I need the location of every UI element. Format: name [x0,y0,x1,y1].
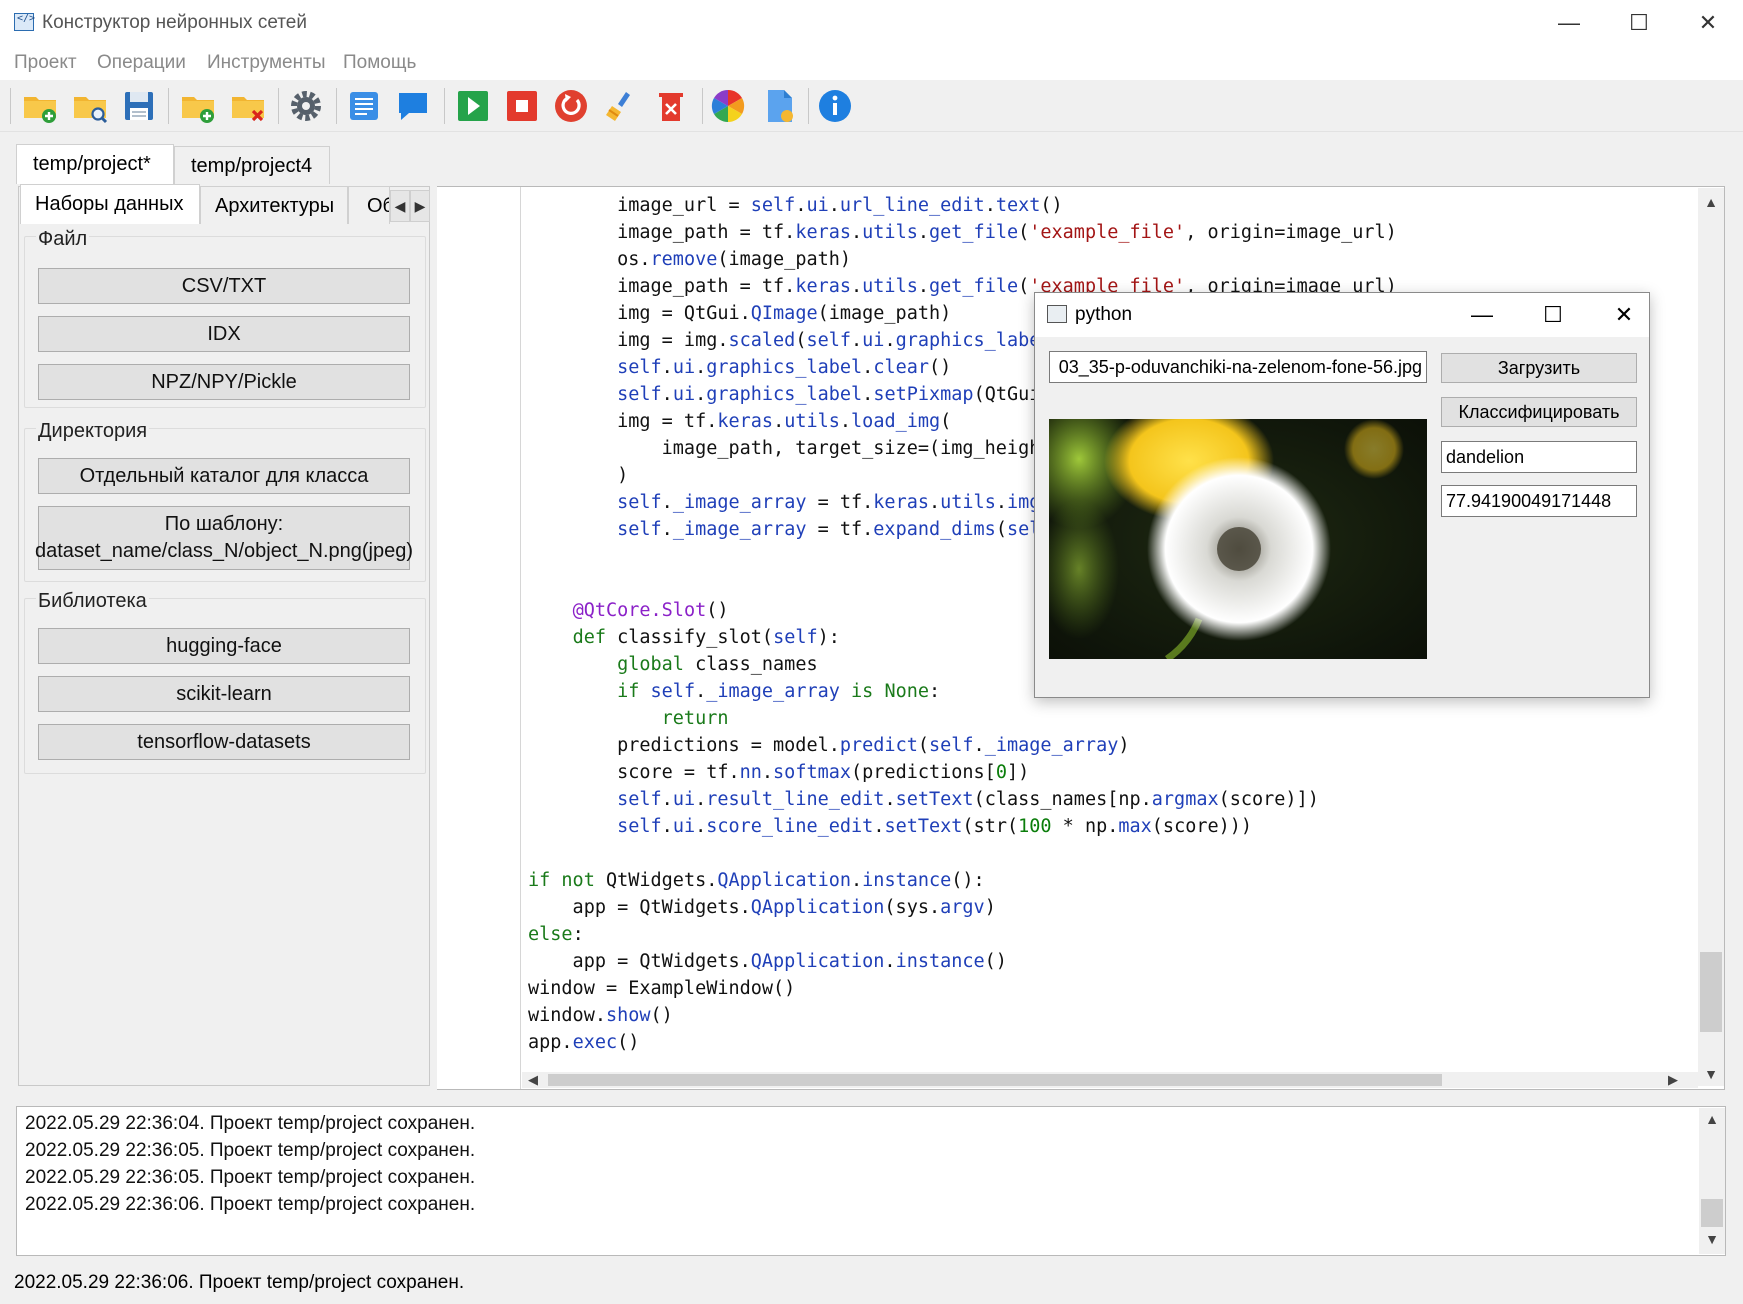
npz-npy-pickle-button[interactable]: NPZ/NPY/Pickle [38,364,410,400]
directory-section-label: Директория [36,420,150,443]
text-document-icon[interactable] [346,88,382,124]
window-title: Конструктор нейронных сетей [42,12,307,33]
library-section-label: Библиотека [36,590,149,613]
run-icon[interactable] [455,88,491,124]
editor-hscroll-thumb[interactable] [548,1074,1442,1086]
status-text: 2022.05.29 22:36:06. Проект temp/project… [14,1272,465,1293]
remove-folder-icon[interactable] [230,88,266,124]
stop-icon[interactable] [504,88,540,124]
info-icon[interactable] [817,88,853,124]
tab-project[interactable]: temp/project* [16,144,174,184]
clean-icon[interactable] [604,88,640,124]
file-config-icon[interactable] [762,88,798,124]
settings-icon[interactable] [288,88,324,124]
scikit-learn-button[interactable]: scikit-learn [38,676,410,712]
code-line: score = tf.nn.softmax(predictions[0]) [528,762,1030,783]
app-icon [14,13,35,31]
restart-icon[interactable] [553,88,589,124]
code-line: app.exec() [528,1032,640,1053]
dialog-maximize-button[interactable]: ☐ [1528,299,1578,331]
scroll-up-icon[interactable]: ▲ [1698,190,1724,214]
code-line: app = QtWidgets.QApplication.instance() [528,951,1007,972]
code-line: self.ui.score_line_edit.setText(str(100 … [617,816,1253,837]
dialog-window-icon [1047,305,1067,323]
comment-icon[interactable] [395,88,431,124]
editor-scroll-thumb[interactable] [1700,952,1722,1032]
idx-button[interactable]: IDX [38,316,410,352]
code-line: self.ui.result_line_edit.setText(class_n… [617,789,1319,810]
code-line: predictions = model.predict(self._image_… [528,735,1130,756]
status-bar: 2022.05.29 22:36:06. Проект temp/project… [0,1262,1743,1304]
url-input[interactable]: 03_35-p-oduvanchiki-na-zelenom-fone-56.j… [1049,351,1427,383]
tensorflow-datasets-button[interactable]: tensorflow-datasets [38,724,410,760]
scroll-down-icon[interactable]: ▼ [1698,1062,1724,1086]
code-line: else: [528,924,584,945]
log-scroll-thumb[interactable] [1701,1199,1723,1227]
toolbar [0,80,1743,132]
python-dialog: python — ☐ ✕ 03_35-p-oduvanchiki-na-zele… [1034,292,1650,698]
code-line: app = QtWidgets.QApplication(sys.argv) [528,897,996,918]
result-field[interactable]: dandelion [1441,441,1637,473]
class-directory-button[interactable]: Отдельный каталог для класса [38,458,410,494]
load-button[interactable]: Загрузить [1441,353,1637,383]
menu-project[interactable]: Проект [14,52,77,74]
open-project-icon[interactable] [72,88,108,124]
template-directory-button[interactable]: По шаблону: dataset_name/class_N/object_… [35,506,413,570]
dialog-minimize-button[interactable]: — [1457,299,1507,331]
score-field[interactable]: 77.94190049171448 [1441,485,1637,517]
tab-datasets[interactable]: Наборы данных [20,184,200,224]
tab-architectures[interactable]: Архитектуры [200,186,348,224]
template-line2: dataset_name/class_N/object_N.png(jpeg) [35,540,413,562]
tab-scroll-left-icon[interactable]: ◀ [390,190,410,222]
log-scroll-up-icon[interactable]: ▲ [1699,1111,1725,1127]
csv-txt-button[interactable]: CSV/TXT [38,268,410,304]
code-line: image_path = tf.keras.utils.get_file('ex… [528,222,1397,243]
log-line: 2022.05.29 22:36:04. Проект temp/project… [25,1113,476,1134]
menu-help[interactable]: Помощь [343,52,416,74]
log-line: 2022.05.29 22:36:05. Проект temp/project… [25,1140,476,1161]
add-folder-icon[interactable] [180,88,216,124]
code-line: os.remove(image_path) [528,249,852,270]
dialog-close-button[interactable]: ✕ [1599,299,1649,331]
delete-icon[interactable] [653,88,689,124]
tab-project4[interactable]: temp/project4 [174,146,330,184]
save-icon[interactable] [121,88,157,124]
menu-bar: Проект Операции Инструменты Помощь [0,46,1743,80]
classify-button[interactable]: Классифицировать [1441,397,1637,427]
file-section-label: Файл [36,228,90,251]
log-scroll-down-icon[interactable]: ▼ [1699,1231,1725,1247]
close-button[interactable]: ✕ [1673,0,1743,46]
code-line: window.show() [528,1005,673,1026]
tab-other[interactable]: Об [348,186,390,224]
new-project-icon[interactable] [22,88,58,124]
dandelion-photo [1049,419,1427,659]
log-line: 2022.05.29 22:36:05. Проект temp/project… [25,1167,476,1188]
hugging-face-button[interactable]: hugging-face [38,628,410,664]
minimize-button[interactable]: — [1534,0,1604,46]
template-line1: По шаблону: [164,513,284,535]
log-output[interactable]: 2022.05.29 22:36:04. Проект temp/project… [16,1106,1726,1256]
tab-scroll-right-icon[interactable]: ▶ [410,190,430,222]
menu-tools[interactable]: Инструменты [207,52,325,74]
code-line: window = ExampleWindow() [528,978,796,999]
maximize-button[interactable]: ☐ [1604,0,1674,46]
dialog-title-bar: python — ☐ ✕ [1035,293,1649,337]
code-line: image_url = self.ui.url_line_edit.text() [528,195,1063,216]
code-line: if not QtWidgets.QApplication.instance()… [528,870,985,891]
color-palette-icon[interactable] [710,88,746,124]
scroll-left-icon[interactable]: ◀ [528,1072,538,1088]
line-number-gutter [437,187,521,1089]
log-line: 2022.05.29 22:36:06. Проект temp/project… [25,1194,476,1215]
scroll-right-icon[interactable]: ▶ [1668,1072,1678,1088]
code-line: return [661,708,729,729]
menu-operations[interactable]: Операции [97,52,186,74]
title-bar: Конструктор нейронных сетей — ☐ ✕ [0,0,1743,46]
dialog-title: python [1075,304,1133,325]
